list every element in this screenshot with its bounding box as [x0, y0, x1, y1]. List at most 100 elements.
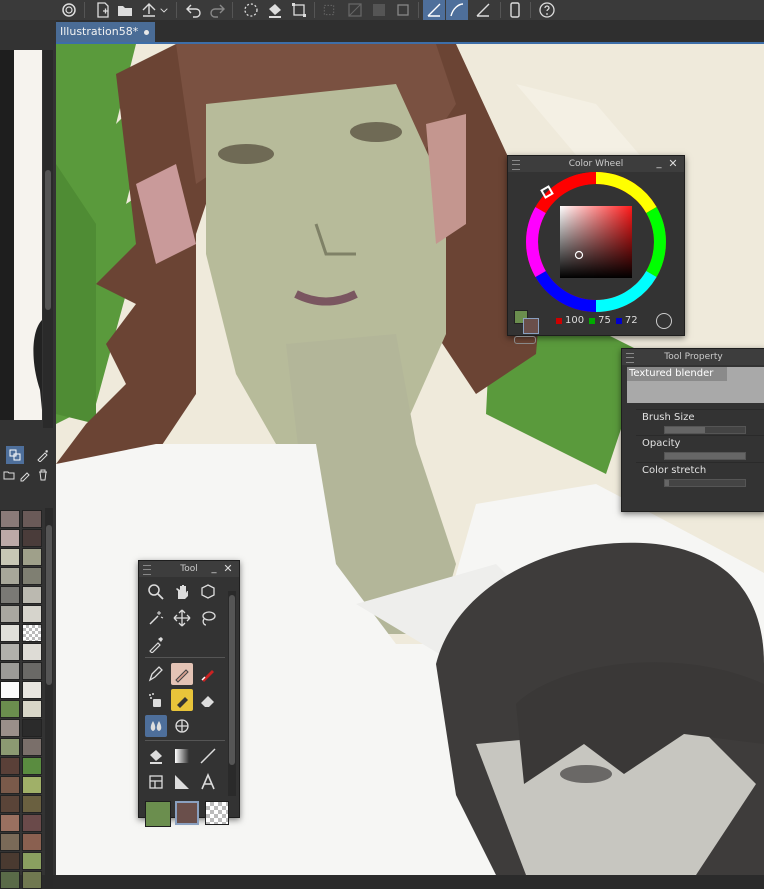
guide-icon[interactable] — [472, 0, 494, 20]
color-swatch[interactable] — [0, 548, 20, 566]
color-swatch[interactable] — [0, 586, 20, 604]
color-swatch[interactable] — [22, 624, 42, 642]
color-swatch[interactable] — [22, 567, 42, 585]
color-swatch[interactable] — [0, 529, 20, 547]
color-swatch[interactable] — [22, 529, 42, 547]
color-swatch[interactable] — [0, 814, 20, 832]
color-swatch[interactable] — [22, 681, 42, 699]
frame-icon[interactable] — [368, 0, 390, 20]
color-stretch-slider[interactable] — [664, 479, 746, 487]
transparent-color-chip[interactable] — [205, 801, 229, 825]
color-mode-icon[interactable] — [514, 336, 536, 344]
fill-icon[interactable] — [264, 0, 286, 20]
save-icon[interactable] — [138, 0, 160, 20]
tab-document[interactable]: Illustration58* — [56, 22, 155, 42]
tool-name[interactable]: Textured blender — [627, 367, 727, 381]
layer-mode-icon[interactable] — [6, 446, 24, 464]
color-swatch[interactable] — [0, 624, 20, 642]
navigator-preview[interactable] — [0, 50, 42, 420]
color-swatch[interactable] — [22, 852, 42, 870]
color-swatch[interactable] — [0, 510, 20, 528]
color-swatch[interactable] — [22, 643, 42, 661]
color-swatch[interactable] — [0, 643, 20, 661]
color-swatch[interactable] — [0, 567, 20, 585]
panel-grip-icon[interactable] — [512, 160, 520, 170]
marker-icon[interactable] — [171, 689, 193, 711]
color-swatch[interactable] — [0, 719, 20, 737]
sub-color-chip[interactable] — [175, 801, 199, 825]
eyedropper-icon[interactable] — [34, 446, 52, 464]
color-swatch[interactable] — [0, 795, 20, 813]
play-icon[interactable] — [656, 313, 672, 329]
transform-icon[interactable] — [240, 0, 262, 20]
brush-size-row[interactable]: Brush Size — [636, 409, 764, 434]
close-icon[interactable]: ✕ — [668, 156, 678, 172]
move-icon[interactable] — [171, 607, 193, 629]
color-swatch[interactable] — [22, 700, 42, 718]
color-swatch[interactable] — [22, 871, 42, 889]
color-swatch[interactable] — [0, 681, 20, 699]
minimize-icon[interactable]: _ — [654, 156, 664, 172]
curve-snap-icon[interactable] — [446, 0, 468, 20]
color-swatch[interactable] — [22, 548, 42, 566]
crop-icon[interactable] — [392, 0, 414, 20]
redo-icon[interactable] — [206, 0, 228, 20]
undo-icon[interactable] — [183, 0, 205, 20]
sub-color-chip[interactable] — [523, 318, 539, 334]
color-swatch[interactable] — [22, 776, 42, 794]
edit-layer-icon[interactable] — [16, 466, 34, 484]
panel-grip-icon[interactable] — [143, 565, 151, 575]
color-swatch[interactable] — [0, 700, 20, 718]
color-swatch[interactable] — [0, 833, 20, 851]
color-swatch[interactable] — [22, 662, 42, 680]
open-icon[interactable] — [114, 0, 136, 20]
gradient-icon[interactable] — [171, 745, 193, 767]
tool-scroll-thumb[interactable] — [229, 595, 235, 765]
ruler-icon[interactable] — [171, 771, 193, 793]
color-wheel-titlebar[interactable]: Color Wheel _ ✕ — [508, 156, 684, 172]
opacity-slider[interactable] — [664, 452, 746, 460]
eyedropper-icon[interactable] — [145, 633, 167, 655]
navigator-scroll-thumb[interactable] — [45, 170, 51, 310]
magic-wand-icon[interactable] — [145, 607, 167, 629]
eraser-icon[interactable] — [197, 689, 219, 711]
new-icon[interactable] — [92, 0, 114, 20]
correction-pen-icon[interactable] — [197, 663, 219, 685]
invert-icon[interactable] — [344, 0, 366, 20]
tool-titlebar[interactable]: Tool _ ✕ — [139, 561, 239, 577]
hue-wheel[interactable] — [508, 172, 684, 335]
color-swatch[interactable] — [22, 795, 42, 813]
color-swatch[interactable] — [22, 757, 42, 775]
color-swatch[interactable] — [0, 757, 20, 775]
help-icon[interactable] — [536, 0, 558, 20]
color-swatch[interactable] — [0, 662, 20, 680]
tab-close-icon[interactable] — [144, 30, 149, 35]
pen-icon[interactable] — [145, 663, 167, 685]
swatch-scroll-thumb[interactable] — [46, 525, 52, 685]
hand-icon[interactable] — [171, 581, 193, 603]
grid-icon[interactable] — [171, 715, 193, 737]
rotate-3d-icon[interactable] — [197, 581, 219, 603]
app-icon[interactable] — [58, 0, 80, 20]
line-icon[interactable] — [197, 745, 219, 767]
color-swatch[interactable] — [22, 814, 42, 832]
zoom-icon[interactable] — [145, 581, 167, 603]
frame-icon[interactable] — [145, 771, 167, 793]
text-icon[interactable] — [197, 771, 219, 793]
color-swatch[interactable] — [22, 586, 42, 604]
phone-icon[interactable] — [504, 0, 526, 20]
color-swatch[interactable] — [22, 738, 42, 756]
minimize-icon[interactable]: _ — [209, 561, 219, 577]
color-swatch[interactable] — [0, 738, 20, 756]
color-swatch[interactable] — [0, 852, 20, 870]
color-swatch[interactable] — [0, 871, 20, 889]
panel-grip-icon[interactable] — [626, 353, 634, 363]
dropdown-icon[interactable] — [158, 0, 170, 20]
color-swatch[interactable] — [22, 833, 42, 851]
lasso-icon[interactable] — [197, 607, 219, 629]
color-swatch[interactable] — [22, 510, 42, 528]
eraser-pencil-icon[interactable] — [171, 663, 193, 685]
tool-property-titlebar[interactable]: Tool Property — [622, 349, 764, 365]
select-icon[interactable] — [288, 0, 310, 20]
fill-bucket-icon[interactable] — [145, 745, 167, 767]
